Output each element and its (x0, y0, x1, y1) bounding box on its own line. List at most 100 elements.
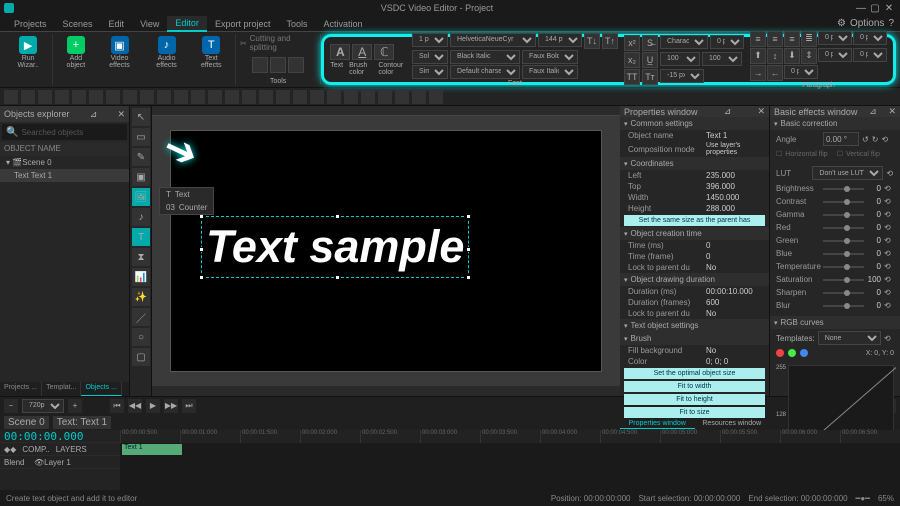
tab-activation[interactable]: Activation (315, 17, 370, 31)
slider[interactable] (823, 214, 864, 216)
reset-icon[interactable]: ⟲ (884, 262, 894, 271)
close-icon[interactable]: ✕ (882, 1, 896, 15)
section-basic[interactable]: Basic correction (770, 117, 900, 130)
close-icon[interactable]: ✕ (888, 106, 896, 117)
strip-btn[interactable] (21, 90, 35, 104)
tab-tools[interactable]: Tools (278, 17, 315, 31)
reset-icon[interactable]: ⟲ (884, 184, 894, 193)
strip-btn[interactable] (412, 90, 426, 104)
reset-icon[interactable]: ⟲ (884, 334, 894, 343)
strip-btn[interactable] (191, 90, 205, 104)
reset-icon[interactable]: ⟲ (886, 169, 894, 178)
sub-icon[interactable]: x₂ (624, 52, 640, 68)
resize-handle[interactable] (335, 275, 340, 280)
prev-frame-icon[interactable]: ⏮ (110, 399, 124, 413)
zoom-slider[interactable]: ━●━ (856, 494, 870, 503)
ellipse-tool[interactable]: ○ (132, 328, 150, 346)
image-tool[interactable]: 🖼 (132, 188, 150, 206)
outline-icon[interactable]: ℂ (374, 44, 394, 60)
faux-italic[interactable]: Faux Italic (522, 65, 578, 79)
strip-btn[interactable] (293, 90, 307, 104)
text-tab[interactable]: Text: Text 1 (53, 416, 111, 429)
green-channel[interactable] (788, 349, 796, 357)
resize-handle[interactable] (335, 214, 340, 219)
slider[interactable] (823, 253, 864, 255)
tab-projects[interactable]: Projects (6, 17, 55, 31)
reset-icon[interactable]: ⟲ (881, 135, 891, 144)
zoom-in-icon[interactable]: + (68, 399, 82, 413)
section-rgb[interactable]: RGB curves (770, 316, 900, 329)
resize-handle[interactable] (466, 247, 471, 252)
reset-icon[interactable]: ⟲ (884, 288, 894, 297)
hpx[interactable]: 0 px (710, 35, 744, 49)
slider[interactable] (823, 279, 864, 281)
stroke-width[interactable]: 1 px (412, 33, 448, 47)
help-icon[interactable]: ? (888, 18, 894, 29)
fit-width-button[interactable]: Fit to width (624, 381, 765, 392)
strip-btn[interactable] (276, 90, 290, 104)
reset-icon[interactable]: ⟲ (884, 197, 894, 206)
chart-tool[interactable]: 📊 (132, 268, 150, 286)
slider[interactable] (823, 240, 864, 242)
resize-handle[interactable] (466, 214, 471, 219)
same-size-button[interactable]: Set the same size as the parent has (624, 215, 765, 226)
flyout-counter[interactable]: 03Counter (160, 201, 213, 214)
step-fwd-icon[interactable]: ▶▶ (164, 399, 178, 413)
audio-tool[interactable]: ♪ (132, 208, 150, 226)
rect-tool[interactable]: ▢ (132, 348, 150, 366)
strip-btn[interactable] (361, 90, 375, 104)
strip-btn[interactable] (174, 90, 188, 104)
tab-export[interactable]: Export project (207, 17, 279, 31)
tool-btn[interactable] (252, 57, 268, 73)
align-left-icon[interactable]: ≡ (750, 31, 766, 47)
underline-icon[interactable]: A (352, 44, 372, 60)
tab-edit[interactable]: Edit (101, 17, 133, 31)
line-tool[interactable]: ／ (132, 308, 150, 326)
shape-tool[interactable]: ▭ (132, 128, 150, 146)
hscale[interactable]: 100 % (660, 52, 700, 66)
close-icon[interactable]: ✕ (757, 106, 765, 117)
baseline[interactable]: -15 px (660, 69, 704, 83)
layers-label[interactable]: LAYERS (56, 445, 87, 454)
reset-icon[interactable]: ⟲ (884, 236, 894, 245)
brush-tool[interactable]: ✎ (132, 148, 150, 166)
tab-scenes[interactable]: Scenes (55, 17, 101, 31)
shrink-icon[interactable]: T↓ (584, 33, 600, 49)
tab-objects-panel[interactable]: Objects ... (81, 382, 122, 396)
underline2-icon[interactable]: U̲ (642, 52, 658, 68)
caps-icon[interactable]: TT (624, 69, 640, 85)
strip-btn[interactable] (72, 90, 86, 104)
justify-icon[interactable]: ≣ (801, 31, 817, 47)
pin-icon[interactable]: ⊿ (869, 106, 877, 117)
align-center-icon[interactable]: ≡ (767, 31, 783, 47)
resize-handle[interactable] (466, 275, 471, 280)
pin-icon[interactable]: ⊿ (724, 106, 732, 117)
comp-label[interactable]: COMP.. (22, 445, 49, 454)
play-icon[interactable]: ▶ (146, 399, 160, 413)
video-effects-button[interactable]: ▣Video effects (98, 34, 142, 71)
section-creation[interactable]: Object creation time (620, 227, 769, 240)
section-coords[interactable]: Coordinates (620, 157, 769, 170)
valign-mid-icon[interactable]: ↕ (767, 48, 783, 64)
indent-r[interactable]: 0 px (818, 48, 852, 62)
tracking[interactable]: Charact (660, 35, 708, 49)
text-tool[interactable]: T (132, 228, 150, 246)
timeline-clip[interactable]: Text 1 (122, 444, 182, 455)
add-object-button[interactable]: +Add object (57, 34, 94, 71)
strip-btn[interactable] (344, 90, 358, 104)
strike-icon[interactable]: S̶ (642, 35, 658, 51)
lut-select[interactable]: Don't use LUT (812, 166, 883, 180)
font-weight[interactable]: Black Italic (450, 50, 520, 64)
align-right-icon[interactable]: ≡ (784, 31, 800, 47)
tab-projects-panel[interactable]: Projects ... (0, 382, 42, 396)
audio-effects-button[interactable]: ♪Audio effects (145, 34, 189, 71)
slider[interactable] (823, 266, 864, 268)
brush-label[interactable]: Brush color (349, 62, 372, 76)
text-object[interactable]: Text sample (201, 216, 469, 278)
next-frame-icon[interactable]: ⏭ (182, 399, 196, 413)
strip-btn[interactable] (208, 90, 222, 104)
faux-bold[interactable]: Faux Bold (522, 50, 578, 64)
grow-icon[interactable]: T↑ (602, 33, 618, 49)
preview-canvas[interactable]: Text sample (171, 131, 601, 371)
strip-btn[interactable] (225, 90, 239, 104)
